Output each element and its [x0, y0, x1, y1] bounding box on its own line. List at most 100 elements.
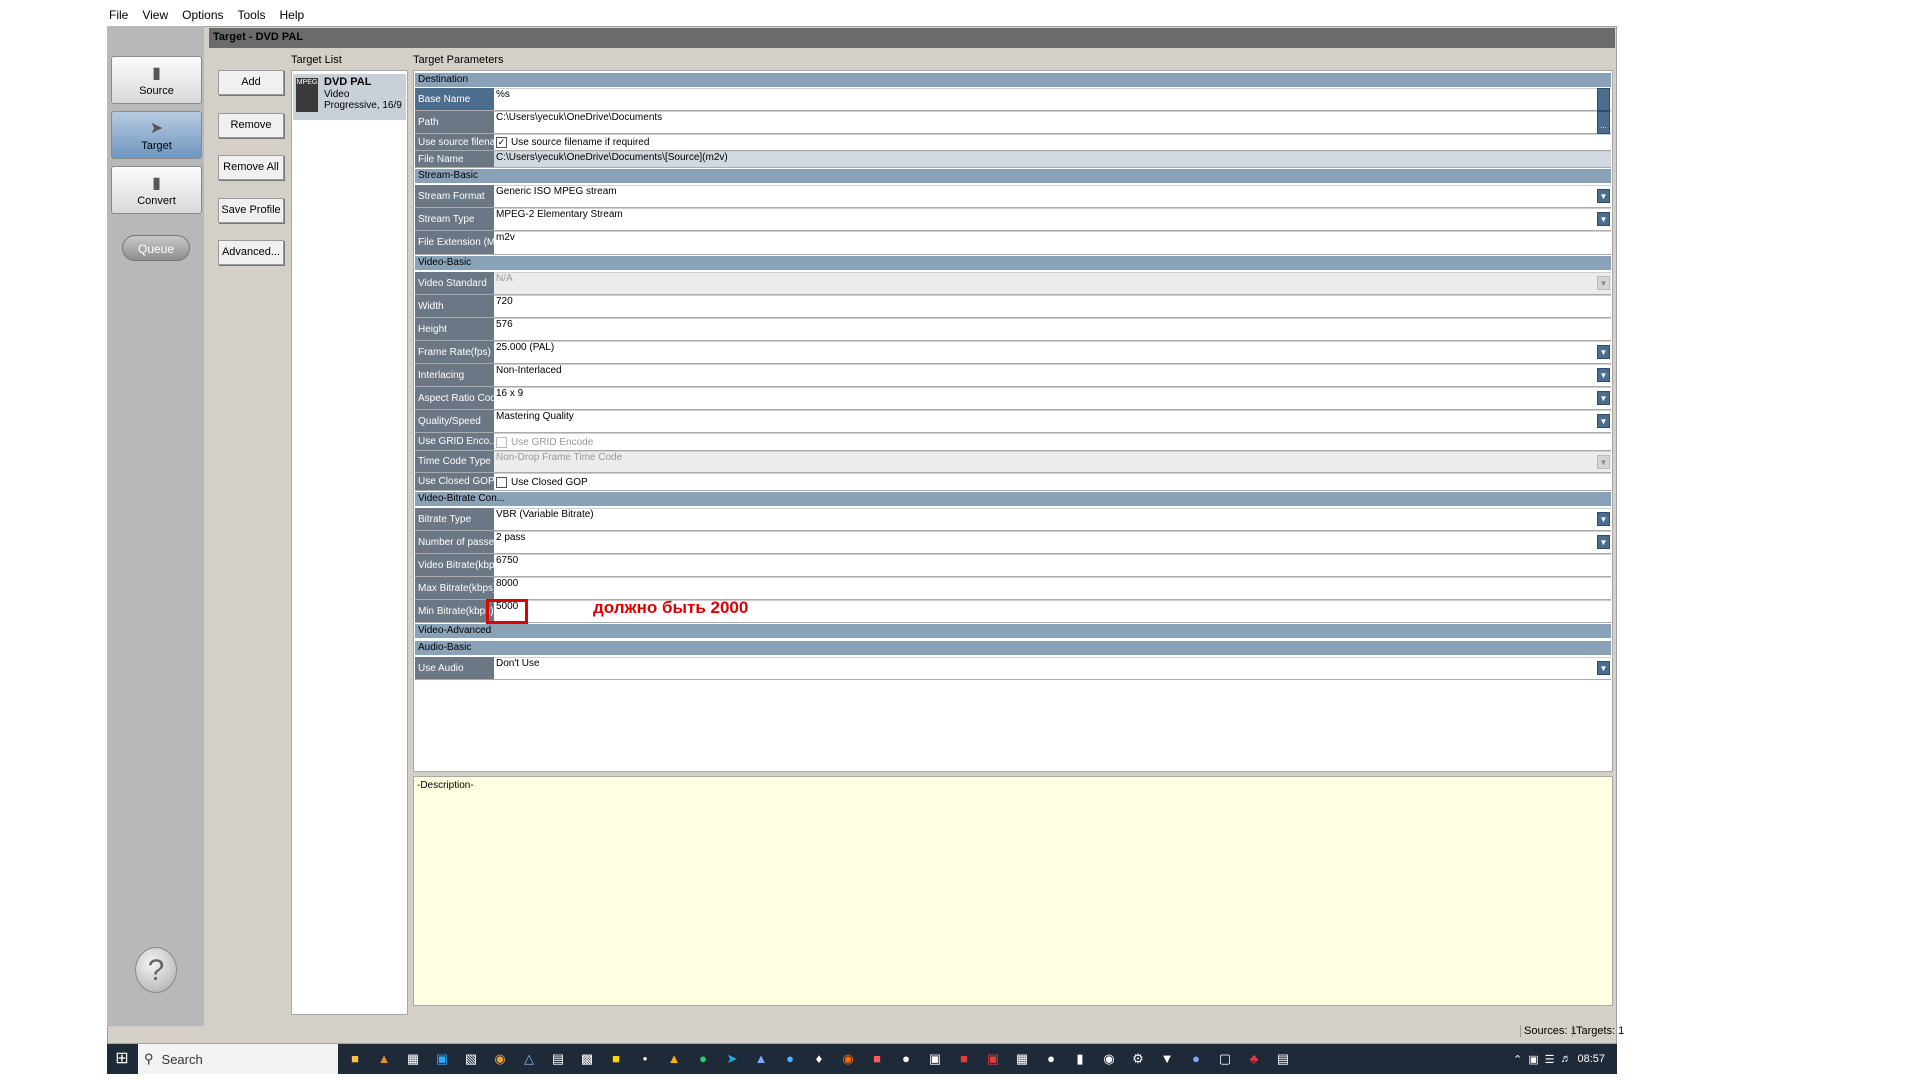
convert-icon: ▮ [152, 175, 161, 192]
app-icon-29[interactable]: ▼ [1156, 1048, 1178, 1070]
app-icon-28[interactable]: ⚙ [1127, 1048, 1149, 1070]
volume-icon[interactable]: ♬ [1561, 1053, 1572, 1065]
menu-tools[interactable]: Tools [236, 6, 268, 24]
whatsapp-icon[interactable]: ● [692, 1048, 714, 1070]
advanced-button[interactable]: Advanced... [218, 240, 284, 265]
app-icon-15[interactable]: ▲ [750, 1048, 772, 1070]
quality-speed-select[interactable]: Mastering Quality [494, 410, 1611, 433]
app-icon-3[interactable]: ▦ [402, 1048, 424, 1070]
time-code-label: Time Code Type [415, 451, 494, 473]
windows-start-icon[interactable]: ⊞ [107, 1044, 137, 1074]
menu-help[interactable]: Help [278, 6, 307, 24]
aspect-ratio-dropdown-icon[interactable]: ▼ [1597, 391, 1610, 405]
app-icon-19[interactable]: ■ [866, 1048, 888, 1070]
app-icon-30[interactable]: ● [1185, 1048, 1207, 1070]
app-icon-11[interactable]: • [634, 1048, 656, 1070]
app-icon-27[interactable]: ◉ [1098, 1048, 1120, 1070]
min-bitrate-label: Min Bitrate(kbps) [415, 600, 494, 623]
file-extension-label: File Extension (M... [415, 231, 494, 255]
closed-gop-checkbox[interactable] [496, 476, 507, 488]
aspect-ratio-select[interactable]: 16 x 9 [494, 387, 1611, 410]
app-icon-10[interactable]: ■ [605, 1048, 627, 1070]
tray-expand-icon[interactable]: ⌃ [1513, 1053, 1522, 1066]
use-audio-label: Use Audio [415, 657, 494, 680]
path-field[interactable]: C:\Users\yecuk\OneDrive\Documents [494, 111, 1611, 134]
width-field[interactable]: 720 [494, 295, 1611, 318]
nav-source-button[interactable]: ▮ Source [111, 56, 202, 104]
app-icon-7[interactable]: △ [518, 1048, 540, 1070]
stream-type-dropdown-icon[interactable]: ▼ [1597, 212, 1610, 226]
app-icon-25[interactable]: ● [1040, 1048, 1062, 1070]
help-icon[interactable]: ? [135, 947, 177, 993]
taskbar-search[interactable]: ⚲ Search [138, 1044, 338, 1074]
app-icon-20[interactable]: ● [895, 1048, 917, 1070]
app-icon-21[interactable]: ▣ [924, 1048, 946, 1070]
base-name-field[interactable]: %s [494, 88, 1611, 111]
max-bitrate-field[interactable]: 8000 [494, 577, 1611, 600]
app-icon-5[interactable]: ▧ [460, 1048, 482, 1070]
interlacing-select[interactable]: Non-Interlaced [494, 364, 1611, 387]
target-parameters-label: Target Parameters [413, 54, 504, 66]
stream-type-select[interactable]: MPEG-2 Elementary Stream [494, 208, 1611, 231]
queue-button[interactable]: Queue [122, 235, 190, 261]
frame-rate-dropdown-icon[interactable]: ▼ [1597, 345, 1610, 359]
use-audio-dropdown-icon[interactable]: ▼ [1597, 661, 1610, 675]
remove-button[interactable]: Remove [218, 113, 284, 138]
chrome-icon[interactable]: ◉ [489, 1048, 511, 1070]
file-extension-field[interactable]: m2v [494, 231, 1611, 255]
stream-format-select[interactable]: Generic ISO MPEG stream [494, 185, 1611, 208]
app-icon-24[interactable]: ▦ [1011, 1048, 1033, 1070]
bitrate-type-dropdown-icon[interactable]: ▼ [1597, 512, 1610, 526]
remove-all-button[interactable]: Remove All [218, 155, 284, 180]
app-icon-18[interactable]: ◉ [837, 1048, 859, 1070]
use-source-checkbox[interactable]: ✓ [496, 137, 507, 148]
video-standard-select: N/A [494, 272, 1611, 295]
tray-clock[interactable]: 08:57 [1578, 1053, 1606, 1065]
height-label: Height [415, 318, 494, 341]
height-field[interactable]: 576 [494, 318, 1611, 341]
nav-target-button[interactable]: ➤ Target [111, 111, 202, 159]
app-icon-12[interactable]: ▲ [663, 1048, 685, 1070]
bitrate-type-label: Bitrate Type [415, 508, 494, 531]
frame-rate-label: Frame Rate(fps) [415, 341, 494, 364]
use-audio-select[interactable]: Don't Use [494, 657, 1611, 680]
interlacing-dropdown-icon[interactable]: ▼ [1597, 368, 1610, 382]
target-list-label: Target List [291, 54, 342, 66]
vlc-icon[interactable]: ▲ [373, 1048, 395, 1070]
app-icon-17[interactable]: ♦ [808, 1048, 830, 1070]
app-icon-22[interactable]: ■ [953, 1048, 975, 1070]
stream-format-dropdown-icon[interactable]: ▼ [1597, 189, 1610, 203]
use-grid-row: Use GRID Encode [494, 433, 1611, 451]
nav-convert-button[interactable]: ▮ Convert [111, 166, 202, 214]
app-icon-26[interactable]: ▮ [1069, 1048, 1091, 1070]
quality-speed-dropdown-icon[interactable]: ▼ [1597, 414, 1610, 428]
menu-options[interactable]: Options [180, 6, 225, 24]
menu-file[interactable]: File [107, 6, 130, 24]
network-icon[interactable]: ☰ [1545, 1053, 1555, 1066]
menu-view[interactable]: View [140, 6, 170, 24]
add-button[interactable]: Add [218, 70, 284, 95]
app-icon-16[interactable]: ● [779, 1048, 801, 1070]
app-icon-33[interactable]: ▤ [1272, 1048, 1294, 1070]
passes-dropdown-icon[interactable]: ▼ [1597, 535, 1610, 549]
base-name-edit-button[interactable] [1597, 88, 1610, 111]
app-icon-23[interactable]: ▣ [982, 1048, 1004, 1070]
path-browse-button[interactable]: ... [1597, 111, 1610, 134]
passes-select[interactable]: 2 pass [494, 531, 1611, 554]
app-icon-9[interactable]: ▩ [576, 1048, 598, 1070]
video-bitrate-field[interactable]: 6750 [494, 554, 1611, 577]
photoshop-icon[interactable]: ▣ [431, 1048, 453, 1070]
file-explorer-icon[interactable]: ■ [344, 1048, 366, 1070]
app-icon-31[interactable]: ▢ [1214, 1048, 1236, 1070]
app-icon-32[interactable]: ♣ [1243, 1048, 1265, 1070]
interlacing-label: Interlacing [415, 364, 494, 387]
tray-display-icon[interactable]: ▣ [1528, 1053, 1538, 1066]
app-icon-8[interactable]: ▤ [547, 1048, 569, 1070]
telegram-icon[interactable]: ➤ [721, 1048, 743, 1070]
frame-rate-select[interactable]: 25.000 (PAL) [494, 341, 1611, 364]
section-destination: Destination [415, 73, 1611, 87]
bitrate-type-select[interactable]: VBR (Variable Bitrate) [494, 508, 1611, 531]
video-standard-dropdown-icon: ▼ [1597, 276, 1610, 290]
save-profile-button[interactable]: Save Profile [218, 198, 284, 223]
target-icon: ➤ [149, 120, 164, 137]
